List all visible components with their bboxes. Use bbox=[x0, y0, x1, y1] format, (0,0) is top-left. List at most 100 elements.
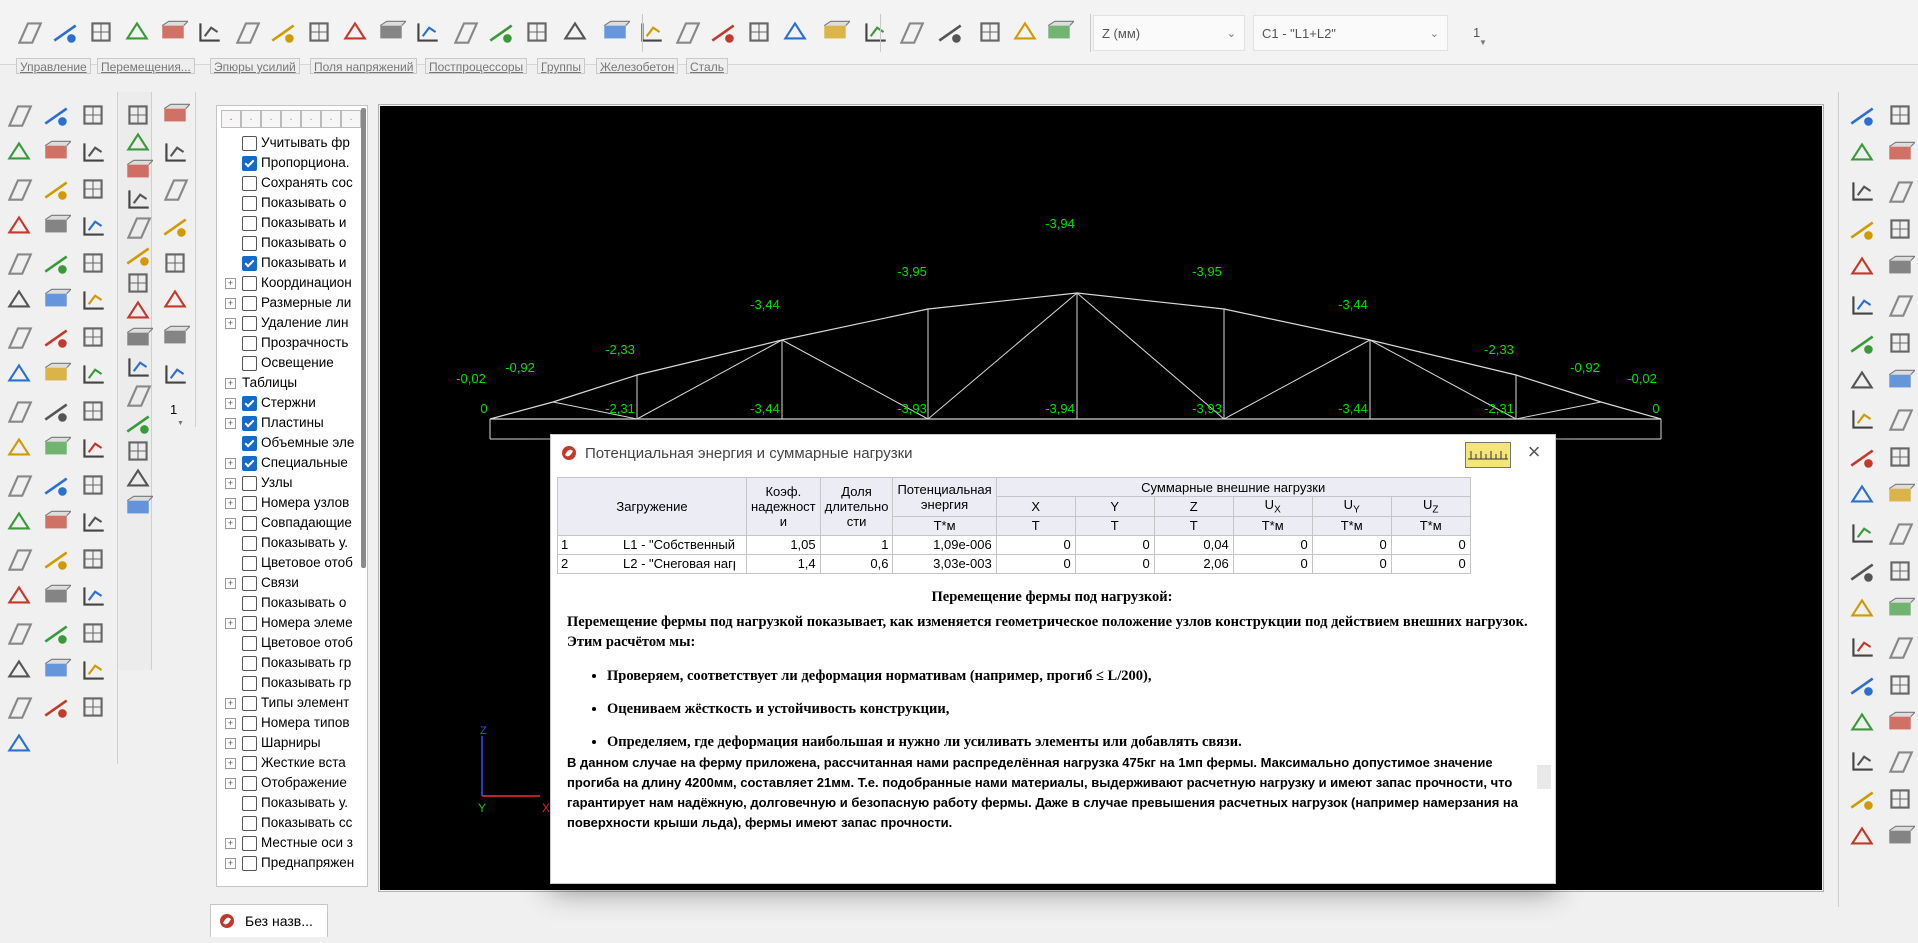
palette-tool-icon[interactable] bbox=[41, 655, 73, 685]
palette-tool-icon[interactable] bbox=[4, 211, 34, 241]
expand-icon[interactable]: + bbox=[225, 698, 236, 709]
palette-tool-icon[interactable] bbox=[123, 464, 150, 487]
palette-tool-icon[interactable] bbox=[41, 248, 71, 278]
palette-tool-icon[interactable] bbox=[1847, 366, 1875, 394]
palette-tool-icon[interactable] bbox=[4, 100, 34, 130]
tab-5[interactable]: Группы bbox=[537, 58, 585, 74]
tree-checkbox[interactable] bbox=[242, 236, 257, 251]
palette-tool-icon[interactable] bbox=[1847, 252, 1875, 280]
tree-checkbox[interactable] bbox=[242, 656, 257, 671]
palette-tool-icon[interactable] bbox=[78, 581, 108, 611]
tree-item[interactable]: Учитывать фр bbox=[217, 134, 367, 154]
expand-icon[interactable]: + bbox=[225, 498, 236, 509]
table-row[interactable]: 2 L2 - "Снеговая нагр 1,4 0,6 3,03e-003 0… bbox=[557, 553, 1471, 574]
tree-item[interactable]: + Связи bbox=[217, 574, 367, 594]
tree-item[interactable]: Показывать и bbox=[217, 214, 367, 234]
tree-checkbox[interactable] bbox=[242, 616, 257, 631]
palette-tool-icon[interactable] bbox=[78, 285, 108, 315]
palette-tool-icon[interactable] bbox=[41, 396, 71, 426]
toolbar-tool-icon[interactable] bbox=[232, 17, 261, 45]
tree-item[interactable]: Показывать о bbox=[217, 594, 367, 614]
palette-tool-icon[interactable] bbox=[4, 285, 34, 315]
palette-tool-icon[interactable] bbox=[1847, 214, 1875, 242]
palette-tool-icon[interactable] bbox=[41, 285, 73, 315]
palette-tool-icon[interactable] bbox=[1885, 176, 1914, 204]
tab-2[interactable]: Эпюры усилий bbox=[210, 58, 300, 74]
tree-checkbox[interactable] bbox=[242, 316, 257, 331]
palette-tool-icon[interactable] bbox=[78, 618, 108, 648]
tree-item[interactable]: + Специальные bbox=[217, 454, 367, 474]
palette-tool-icon[interactable] bbox=[1847, 404, 1875, 432]
palette-tool-icon[interactable] bbox=[4, 248, 34, 278]
palette-tool-icon[interactable] bbox=[160, 248, 190, 278]
toolbar-tool-icon[interactable] bbox=[600, 17, 632, 45]
palette-tool-icon[interactable] bbox=[1885, 252, 1917, 280]
expand-icon[interactable]: + bbox=[225, 478, 236, 489]
expand-icon[interactable]: + bbox=[225, 578, 236, 589]
toolbar-tool-icon[interactable] bbox=[340, 17, 368, 45]
expand-icon[interactable]: + bbox=[225, 378, 236, 389]
palette-tool-icon[interactable] bbox=[1885, 784, 1913, 812]
palette-tool-icon[interactable] bbox=[1847, 176, 1875, 204]
tab-3[interactable]: Поля напряжений bbox=[310, 58, 418, 74]
tree-checkbox[interactable] bbox=[242, 256, 257, 271]
tree-item[interactable]: Пропорциона. bbox=[217, 154, 367, 174]
expand-icon[interactable]: + bbox=[225, 318, 236, 329]
palette-tool-icon[interactable] bbox=[1885, 442, 1913, 470]
palette-tool-icon[interactable] bbox=[4, 396, 34, 426]
tree-item[interactable]: + Номера элеме bbox=[217, 614, 367, 634]
expand-icon[interactable]: + bbox=[225, 758, 236, 769]
tree-checkbox[interactable] bbox=[242, 276, 257, 291]
tree-checkbox[interactable] bbox=[242, 356, 257, 371]
palette-tool-icon[interactable] bbox=[123, 296, 150, 319]
palette-tool-icon[interactable] bbox=[4, 655, 34, 685]
palette-tool-icon[interactable] bbox=[1847, 290, 1875, 318]
toolbar-tool-icon[interactable] bbox=[780, 17, 808, 45]
palette-tool-icon[interactable] bbox=[160, 285, 190, 315]
palette-tool-icon[interactable] bbox=[78, 359, 108, 389]
tab-1[interactable]: Перемещения... bbox=[97, 58, 195, 74]
toolbar-tool-icon[interactable] bbox=[268, 17, 296, 45]
tree-item[interactable]: + Координацион bbox=[217, 274, 367, 294]
palette-tool-icon[interactable] bbox=[41, 174, 71, 204]
palette-tool-icon[interactable] bbox=[123, 156, 155, 178]
palette-tool-icon[interactable] bbox=[160, 100, 192, 130]
toolbar-tool-icon[interactable] bbox=[935, 17, 963, 45]
expand-icon[interactable]: + bbox=[225, 398, 236, 409]
palette-tool-icon[interactable] bbox=[1885, 214, 1913, 242]
toolbar-tool-icon[interactable] bbox=[194, 17, 222, 45]
tree-tab-6[interactable]: . bbox=[341, 110, 361, 128]
palette-tool-icon[interactable] bbox=[41, 359, 73, 389]
tree-checkbox[interactable] bbox=[242, 396, 257, 411]
tree-item[interactable]: + Преднапряжен bbox=[217, 854, 367, 874]
tree-checkbox[interactable] bbox=[242, 796, 257, 811]
tree-item[interactable]: + Типы элемент bbox=[217, 694, 367, 714]
tree-checkbox[interactable] bbox=[242, 856, 257, 871]
tree-item[interactable]: + Пластины bbox=[217, 414, 367, 434]
palette-tool-icon[interactable] bbox=[41, 470, 71, 500]
palette-tool-icon[interactable] bbox=[1885, 594, 1917, 622]
palette-tool-icon[interactable] bbox=[1885, 670, 1913, 698]
tree-checkbox[interactable] bbox=[242, 696, 257, 711]
palette-tool-icon[interactable] bbox=[41, 618, 71, 648]
tree-checkbox[interactable] bbox=[242, 736, 257, 751]
tree-item[interactable]: Показывать у. bbox=[217, 794, 367, 814]
tree-checkbox[interactable] bbox=[242, 176, 257, 191]
toolbar-tool-icon[interactable] bbox=[522, 17, 550, 45]
expand-icon[interactable]: + bbox=[225, 858, 236, 869]
toolbar-tool-icon[interactable] bbox=[486, 17, 514, 45]
palette-tool-icon[interactable] bbox=[123, 184, 149, 209]
palette-tool-icon[interactable] bbox=[4, 322, 34, 352]
tree-item[interactable]: Цветовое отоб bbox=[217, 634, 367, 654]
palette-tool-icon[interactable] bbox=[1885, 100, 1913, 128]
expand-icon[interactable]: + bbox=[225, 518, 236, 529]
palette-tool-icon[interactable] bbox=[123, 100, 148, 125]
tree-checkbox[interactable] bbox=[242, 576, 257, 591]
tree-checkbox[interactable] bbox=[242, 336, 257, 351]
tree-item[interactable]: Показывать у. bbox=[217, 534, 367, 554]
toolbar-tool-icon[interactable] bbox=[376, 17, 408, 45]
tree-checkbox[interactable] bbox=[242, 216, 257, 231]
tree-checkbox[interactable] bbox=[242, 416, 257, 431]
expand-icon[interactable]: + bbox=[225, 838, 236, 849]
toolbar-tool-icon[interactable] bbox=[744, 17, 772, 45]
